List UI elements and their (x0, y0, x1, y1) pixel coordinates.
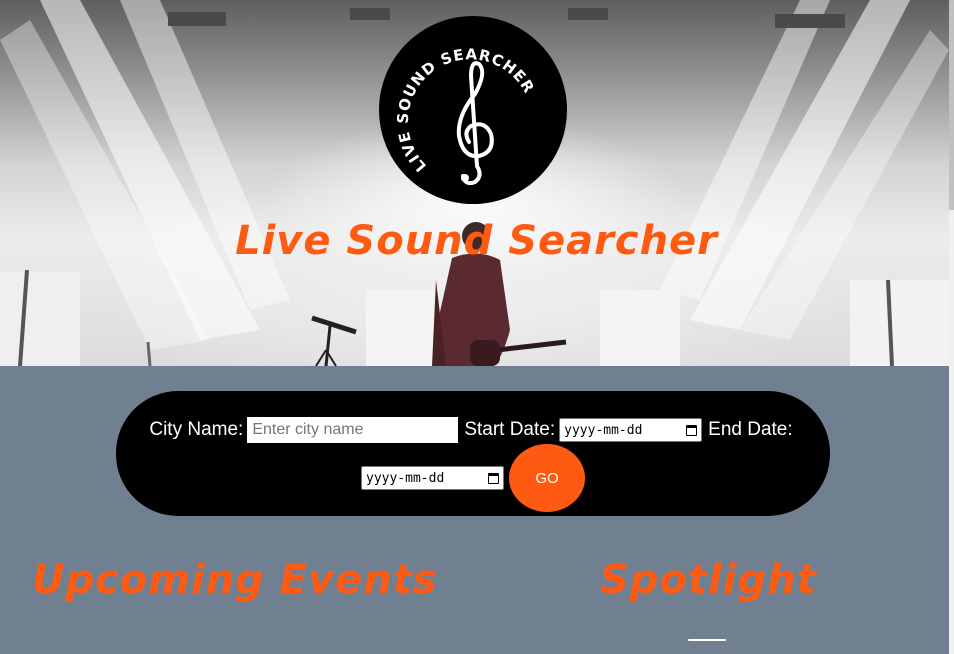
hero-title: Live Sound Searcher (235, 218, 718, 264)
treble-clef-icon (456, 61, 494, 186)
upcoming-events-heading: Upcoming Events (32, 557, 438, 603)
calendar-icon[interactable] (686, 424, 698, 436)
page-scrollbar[interactable] (949, 0, 954, 654)
search-form-row: City Name: Start Date: yyyy-mm-dd End Da… (116, 417, 830, 443)
logo-badge: LIVE SOUND SEARCHER (394, 45, 537, 186)
start-date-input[interactable]: yyyy-mm-dd (559, 418, 703, 442)
go-button[interactable]: GO (509, 444, 585, 512)
spotlight-heading: Spotlight (600, 557, 817, 603)
logo: LIVE SOUND SEARCHER (379, 16, 567, 204)
calendar-icon[interactable] (488, 472, 499, 484)
city-name-input[interactable] (247, 417, 459, 443)
page: LIVE SOUND SEARCHER Live Sound Searcher … (0, 0, 954, 654)
end-date-value: yyyy-mm-dd (366, 470, 445, 486)
start-date-label: Start Date: (464, 419, 556, 440)
end-date-label: End Date: (708, 419, 793, 440)
search-form: City Name: Start Date: yyyy-mm-dd End Da… (116, 391, 830, 516)
end-date-input[interactable]: yyyy-mm-dd (361, 466, 504, 490)
hero-banner: LIVE SOUND SEARCHER Live Sound Searcher (0, 0, 949, 366)
start-date-value: yyyy-mm-dd (564, 422, 643, 438)
spotlight-content-edge (688, 639, 726, 641)
city-name-label: City Name: (149, 419, 244, 440)
scrollbar-thumb[interactable] (949, 0, 954, 210)
